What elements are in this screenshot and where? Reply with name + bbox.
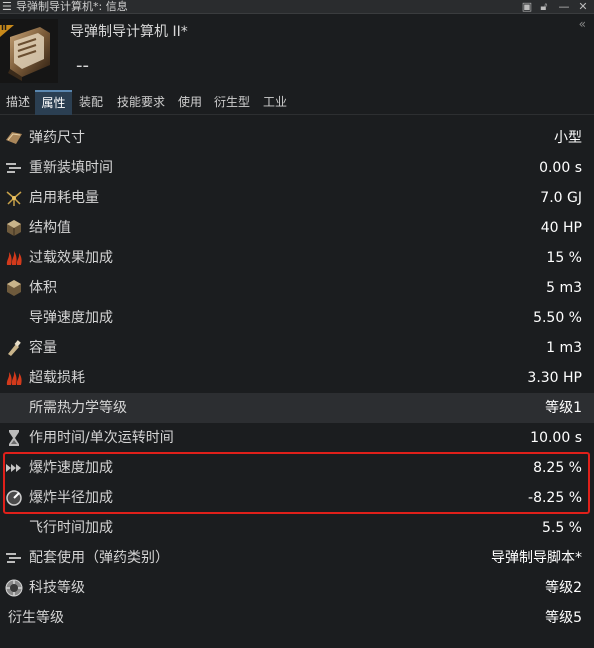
attribute-row[interactable]: 配套使用（弹药类别） 导弹制导脚本* [0, 543, 594, 573]
attribute-row[interactable]: 弹药尺寸 小型 [0, 123, 594, 153]
attribute-label: 科技等级 [29, 580, 85, 596]
attribute-value: 等级5 [545, 610, 582, 626]
attribute-label: 衍生等级 [8, 610, 64, 626]
tab-fitting[interactable]: 装配 [75, 90, 107, 115]
attribute-value: 5 m3 [546, 280, 582, 296]
attribute-value: 1 m3 [546, 340, 582, 356]
close-icon[interactable]: ✕ [576, 0, 590, 13]
attribute-label: 启用耗电量 [29, 190, 99, 206]
heat-damage-icon [4, 368, 24, 388]
attribute-value: 10.00 s [530, 430, 582, 446]
attribute-row[interactable]: 飞行时间加成 5.5 % [0, 513, 594, 543]
attribute-row[interactable]: 爆炸半径加成 -8.25 % [0, 483, 594, 513]
hourglass-icon [4, 428, 24, 448]
menu-icon[interactable]: ☰ [2, 1, 12, 13]
attribute-row[interactable]: 过载效果加成 15 % [0, 243, 594, 273]
explosion-velocity-icon [4, 458, 24, 478]
attribute-row[interactable]: 重新装填时间 0.00 s [0, 153, 594, 183]
attribute-row[interactable]: 衍生等级 等级5 [0, 603, 594, 633]
attribute-value: 15 % [546, 250, 582, 266]
attribute-label: 过载效果加成 [29, 250, 113, 266]
attribute-label: 爆炸半径加成 [29, 490, 113, 506]
attribute-row[interactable]: 超载损耗 3.30 HP [0, 363, 594, 393]
attribute-row[interactable]: 体积 5 m3 [0, 273, 594, 303]
window-titlebar: ☰ 导弹制导计算机*: 信息 ▣ 🔓︎ — ✕ [0, 0, 594, 14]
attribute-label: 结构值 [29, 220, 71, 236]
double-chevron-left-icon[interactable]: « [579, 17, 586, 31]
attribute-label: 体积 [29, 280, 57, 296]
attribute-value: 5.50 % [533, 310, 582, 326]
pin-icon[interactable]: ▣ [520, 0, 534, 13]
attribute-row[interactable]: 导弹速度加成 5.50 % [0, 303, 594, 333]
attribute-label: 容量 [29, 340, 57, 356]
attribute-value: -8.25 % [528, 490, 582, 506]
tab-skill-requirements[interactable]: 技能要求 [113, 90, 169, 115]
lock-icon[interactable]: 🔓︎ [537, 0, 551, 13]
attribute-label: 作用时间/单次运转时间 [29, 430, 174, 446]
charge-size-icon [4, 128, 24, 148]
attribute-row[interactable]: 结构值 40 HP [0, 213, 594, 243]
attribute-row[interactable]: 作用时间/单次运转时间 10.00 s [0, 423, 594, 453]
attribute-label: 弹药尺寸 [29, 130, 85, 146]
attribute-label: 重新装填时间 [29, 160, 113, 176]
capacitor-need-icon [4, 188, 24, 208]
explosion-radius-icon [4, 488, 24, 508]
item-name: 导弹制导计算机 II* [70, 24, 188, 40]
tab-variations[interactable]: 衍生型 [210, 90, 254, 115]
attribute-row[interactable]: 爆炸速度加成 8.25 % [0, 453, 594, 483]
attribute-label: 飞行时间加成 [29, 520, 113, 536]
attribute-value: 8.25 % [533, 460, 582, 476]
attribute-value: 5.5 % [541, 520, 582, 536]
attribute-value: 等级2 [545, 580, 582, 596]
attribute-label: 导弹速度加成 [29, 310, 113, 326]
attribute-row[interactable]: 科技等级 等级2 [0, 573, 594, 603]
attribute-value: 导弹制导脚本* [491, 550, 582, 566]
tab-attributes[interactable]: 属性 [35, 90, 72, 115]
attribute-row[interactable]: 所需热力学等级 等级1 [0, 393, 594, 423]
attribute-label: 所需热力学等级 [29, 400, 127, 416]
item-image[interactable]: II [0, 19, 58, 83]
used-with-icon [4, 548, 24, 568]
capacity-icon [4, 338, 24, 358]
window-title: 导弹制导计算机*: 信息 [16, 0, 128, 13]
attribute-row[interactable]: 容量 1 m3 [0, 333, 594, 363]
tab-bar: 描述 属性 装配 技能要求 使用 衍生型 工业 [0, 90, 594, 115]
attribute-value: 等级1 [545, 400, 582, 416]
attribute-value: 40 HP [540, 220, 582, 236]
attribute-value: 7.0 GJ [540, 190, 582, 206]
attribute-label: 爆炸速度加成 [29, 460, 113, 476]
attribute-value: 0.00 s [539, 160, 582, 176]
reload-time-icon [4, 158, 24, 178]
minimize-icon[interactable]: — [557, 0, 571, 13]
tech-level-icon [4, 578, 24, 598]
item-header: II 导弹制导计算机 II* -- « [0, 15, 594, 90]
item-subtitle: -- [76, 55, 89, 76]
attribute-value: 3.30 HP [527, 370, 582, 386]
overload-bonus-icon [4, 248, 24, 268]
attribute-label: 配套使用（弹药类别） [29, 550, 169, 566]
tab-usage[interactable]: 使用 [174, 90, 206, 115]
attribute-value: 小型 [554, 130, 582, 146]
tab-description[interactable]: 描述 [2, 90, 34, 115]
volume-icon [4, 278, 24, 298]
attribute-row[interactable]: 启用耗电量 7.0 GJ [0, 183, 594, 213]
attribute-label: 超载损耗 [29, 370, 85, 386]
tab-industry[interactable]: 工业 [259, 90, 291, 115]
structure-hp-icon [4, 218, 24, 238]
